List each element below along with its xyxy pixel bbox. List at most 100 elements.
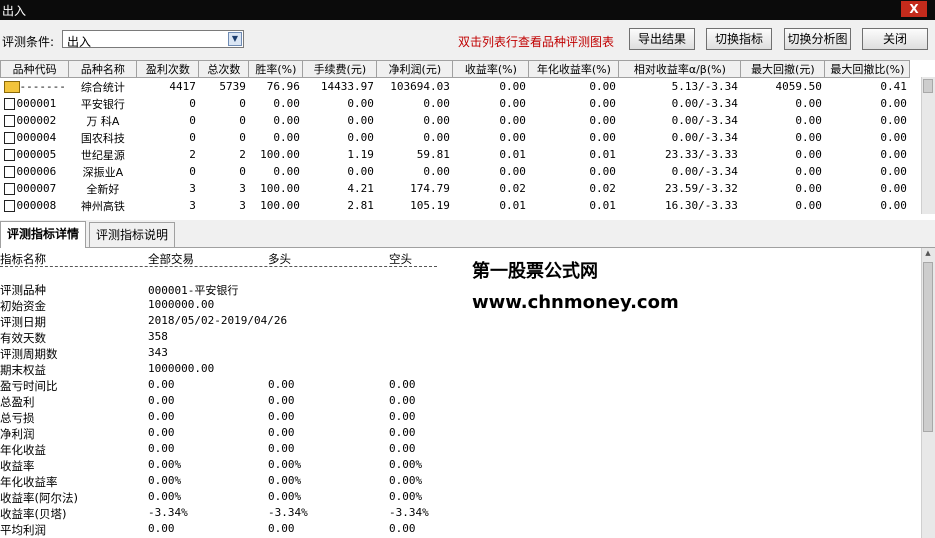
cell-net: 59.81 [416,148,450,161]
grid-scrollbar[interactable] [921,77,935,214]
cell-rel: 16.30/-3.33 [665,199,738,212]
cell-dd: 4059.50 [775,80,822,93]
cell-wins: 2 [189,148,196,161]
table-row[interactable]: ------- 综合统计 4417 5739 76.96 14433.97 103694.0… [1,78,910,96]
cell-rel: 0.00/-3.34 [671,97,738,110]
detail-short: 0.00 [389,426,416,439]
detail-row: 评测日期 2018/05/02-2019/04/26 [0,314,440,330]
detail-long: -3.34% [268,506,308,519]
table-row[interactable]: 000001 平安银行 0 0 0.00 0.00 0.00 0.00 0.00 0.00/-3.… [1,95,910,112]
table-row[interactable]: 000005 世纪星源 2 2 100.00 1.19 59.81 0.01 0.01 23.33… [1,146,910,163]
column-header[interactable]: 品种名称 [68,60,138,78]
condition-select[interactable]: 出入 ▼ [62,30,244,49]
detail-all: 0.00 [148,442,175,455]
cell-total: 5739 [219,80,246,93]
detail-label: 期末权益 [0,363,46,377]
column-header[interactable]: 总次数 [198,60,250,78]
detail-row: 总盈利 0.00 0.00 0.00 [0,394,440,410]
cell-rel: 23.33/-3.33 [665,148,738,161]
switch-chart-button[interactable]: 切换分析图 [784,28,851,50]
detail-scrollbar[interactable]: ▲ [921,248,935,538]
table-row[interactable]: 000004 国农科技 0 0 0.00 0.00 0.00 0.00 0.00 0.00/-3.… [1,129,910,146]
table-row[interactable]: 000006 深振业A 0 0 0.00 0.00 0.00 0.00 0.00 0.00/-3.… [1,163,910,180]
detail-scrollbar-thumb[interactable] [923,262,933,432]
cell-fee: 2.81 [347,199,374,212]
cell-rate: 0.00 [273,165,300,178]
title-bar: 出入 X [0,0,935,20]
detail-short: 0.00 [389,378,416,391]
condition-label: 评测条件: [2,35,55,49]
cell-ret: 0.00 [499,80,526,93]
cell-wins: 4417 [169,80,196,93]
detail-label: 总亏损 [0,411,35,425]
document-icon [3,183,15,195]
cell-annual: 0.00 [589,97,616,110]
cell-rel: 0.00/-3.34 [671,131,738,144]
column-header[interactable]: 最大回撤比(%) [824,60,911,78]
detail-short: 0.00 [389,522,416,535]
detail-long: 0.00% [268,474,302,487]
column-header[interactable]: 胜率(%) [248,60,304,78]
cell-annual: 0.00 [589,165,616,178]
cell-ddr: 0.00 [880,165,907,178]
cell-ret: 0.02 [499,182,526,195]
detail-all: -3.34% [148,506,188,519]
detail-header-all: 全部交易 [148,252,194,266]
detail-row: 初始资金 1000000.00 [0,298,440,314]
column-header[interactable]: 收益率(%) [452,60,530,78]
scroll-up-icon[interactable]: ▲ [923,249,933,261]
tab-indicator-description[interactable]: 评测指标说明 [89,222,176,247]
detail-row: 净利润 0.00 0.00 0.00 [0,426,440,442]
watermark-site-url: www.chnmoney.com [472,292,679,313]
detail-row: 年化收益率 0.00% 0.00% 0.00% [0,474,440,490]
detail-row: 评测周期数 343 [0,346,440,362]
cell-ddr: 0.00 [880,97,907,110]
cell-fee: 0.00 [347,131,374,144]
table-row[interactable]: 000002 万 科A 0 0 0.00 0.00 0.00 0.00 0.00 0.00/-3.… [1,112,910,129]
column-header[interactable]: 年化收益率(%) [528,60,620,78]
detail-all: 0.00 [148,410,175,423]
column-header[interactable]: 手续费(元) [302,60,378,78]
cell-rate: 0.00 [273,114,300,127]
table-row[interactable]: 000007 全新好 3 3 100.00 4.21 174.79 0.02 0.02 23.59… [1,180,910,197]
cell-ret: 0.00 [499,165,526,178]
table-row[interactable]: 000008 神州高铁 3 3 100.00 2.81 105.19 0.01 0.01 16.3… [1,197,910,214]
double-click-hint: 双击列表行查看品种评测图表 [458,35,615,49]
detail-short: 0.00% [389,474,423,487]
detail-label: 年化收益 [0,443,46,457]
chevron-down-icon[interactable]: ▼ [228,32,242,46]
detail-all: 0.00 [148,426,175,439]
detail-long: 0.00 [268,442,295,455]
cell-dd: 0.00 [795,148,822,161]
cell-rel: 23.59/-3.32 [665,182,738,195]
close-button[interactable]: 关闭 [862,28,928,50]
cell-name: 万 科A [86,114,120,128]
cell-fee: 0.00 [347,97,374,110]
grid-scrollbar-thumb[interactable] [923,79,933,93]
switch-indicator-button[interactable]: 切换指标 [706,28,772,50]
column-header[interactable]: 盈利次数 [136,60,200,78]
cell-fee: 4.21 [347,182,374,195]
detail-label: 净利润 [0,427,35,441]
column-header[interactable]: 相对收益率α/β(%) [618,60,742,78]
cell-rate: 100.00 [260,148,300,161]
cell-name: 综合统计 [80,80,125,94]
cell-name: 全新好 [86,182,120,196]
detail-row: 期末权益 1000000.00 [0,362,440,378]
column-header[interactable]: 净利润(元) [376,60,454,78]
results-table: 品种代码 品种名称 盈利次数 总次数 胜率(%) 手续费(元) 净利润(元) 收益率(%) 年化… [0,60,911,214]
cell-rel: 0.00/-3.34 [671,165,738,178]
cell-code: 000002 [16,114,57,127]
tab-indicator-details[interactable]: 评测指标详情 [0,221,87,248]
cell-net: 0.00 [423,131,450,144]
column-header[interactable]: 品种代码 [0,60,70,78]
cell-name: 国农科技 [80,131,125,145]
close-window-button[interactable]: X [901,1,927,17]
detail-long: 0.00 [268,522,295,535]
column-header[interactable]: 最大回撤(元) [740,60,826,78]
export-results-button[interactable]: 导出结果 [629,28,695,50]
detail-all: 0.00% [148,458,182,471]
toolbar: 评测条件: 出入 ▼ 双击列表行查看品种评测图表 导出结果 切换指标 切换分析图… [0,20,935,60]
detail-row: 收益率(贝塔) -3.34% -3.34% -3.34% [0,506,440,522]
detail-label: 平均利润 [0,523,46,537]
